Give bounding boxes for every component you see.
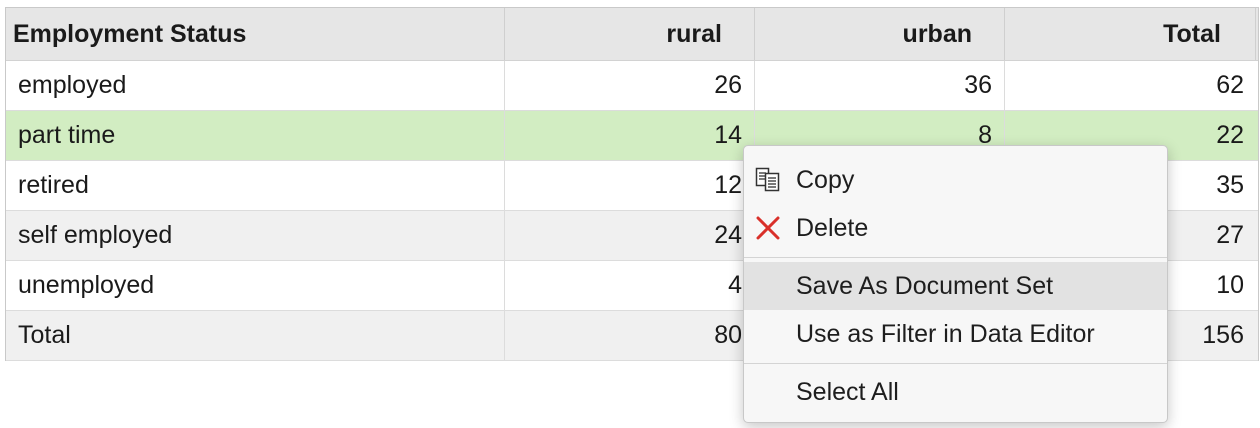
cell-total[interactable]: 62 [1005, 61, 1256, 110]
menu-separator [744, 257, 1167, 258]
row-label[interactable]: employed [6, 61, 505, 110]
menu-item-save-as-document-set[interactable]: Save As Document Set [744, 262, 1167, 310]
cell-rural[interactable]: 12 [505, 161, 755, 210]
copy-icon [754, 166, 782, 194]
cell-rural[interactable]: 4 [505, 261, 755, 310]
menu-item-use-as-filter[interactable]: Use as Filter in Data Editor [744, 310, 1167, 358]
context-menu: Copy Delete Save As Document Set Use as … [743, 145, 1168, 423]
cell-rural[interactable]: 26 [505, 61, 755, 110]
column-header-urban[interactable]: urban [755, 8, 1005, 60]
column-header-rural[interactable]: rural [505, 8, 755, 60]
crosstab-view: Employment Status rural urban Total empl… [0, 0, 1260, 428]
row-label[interactable]: Total [6, 311, 505, 360]
menu-item-label: Delete [796, 213, 869, 242]
cell-rural[interactable]: 80 [505, 311, 755, 360]
cell-rural[interactable]: 24 [505, 211, 755, 260]
cell-rural[interactable]: 14 [505, 111, 755, 160]
table-header-row: Employment Status rural urban Total [6, 8, 1258, 61]
row-label[interactable]: unemployed [6, 261, 505, 310]
cell-urban[interactable]: 36 [755, 61, 1005, 110]
menu-item-copy[interactable]: Copy [744, 156, 1167, 204]
menu-item-delete[interactable]: Delete [744, 204, 1167, 252]
menu-item-select-all[interactable]: Select All [744, 368, 1167, 416]
delete-x-icon [754, 214, 782, 242]
column-header-total[interactable]: Total [1005, 8, 1256, 60]
menu-item-label: Save As Document Set [796, 271, 1054, 300]
column-header-employment-status[interactable]: Employment Status [6, 8, 505, 60]
row-label[interactable]: part time [6, 111, 505, 160]
menu-item-label: Copy [796, 165, 855, 194]
row-label[interactable]: self employed [6, 211, 505, 260]
menu-item-label: Select All [796, 377, 899, 406]
row-label[interactable]: retired [6, 161, 505, 210]
menu-separator [744, 363, 1167, 364]
menu-item-label: Use as Filter in Data Editor [796, 319, 1095, 348]
table-row[interactable]: employed 26 36 62 [6, 61, 1258, 111]
